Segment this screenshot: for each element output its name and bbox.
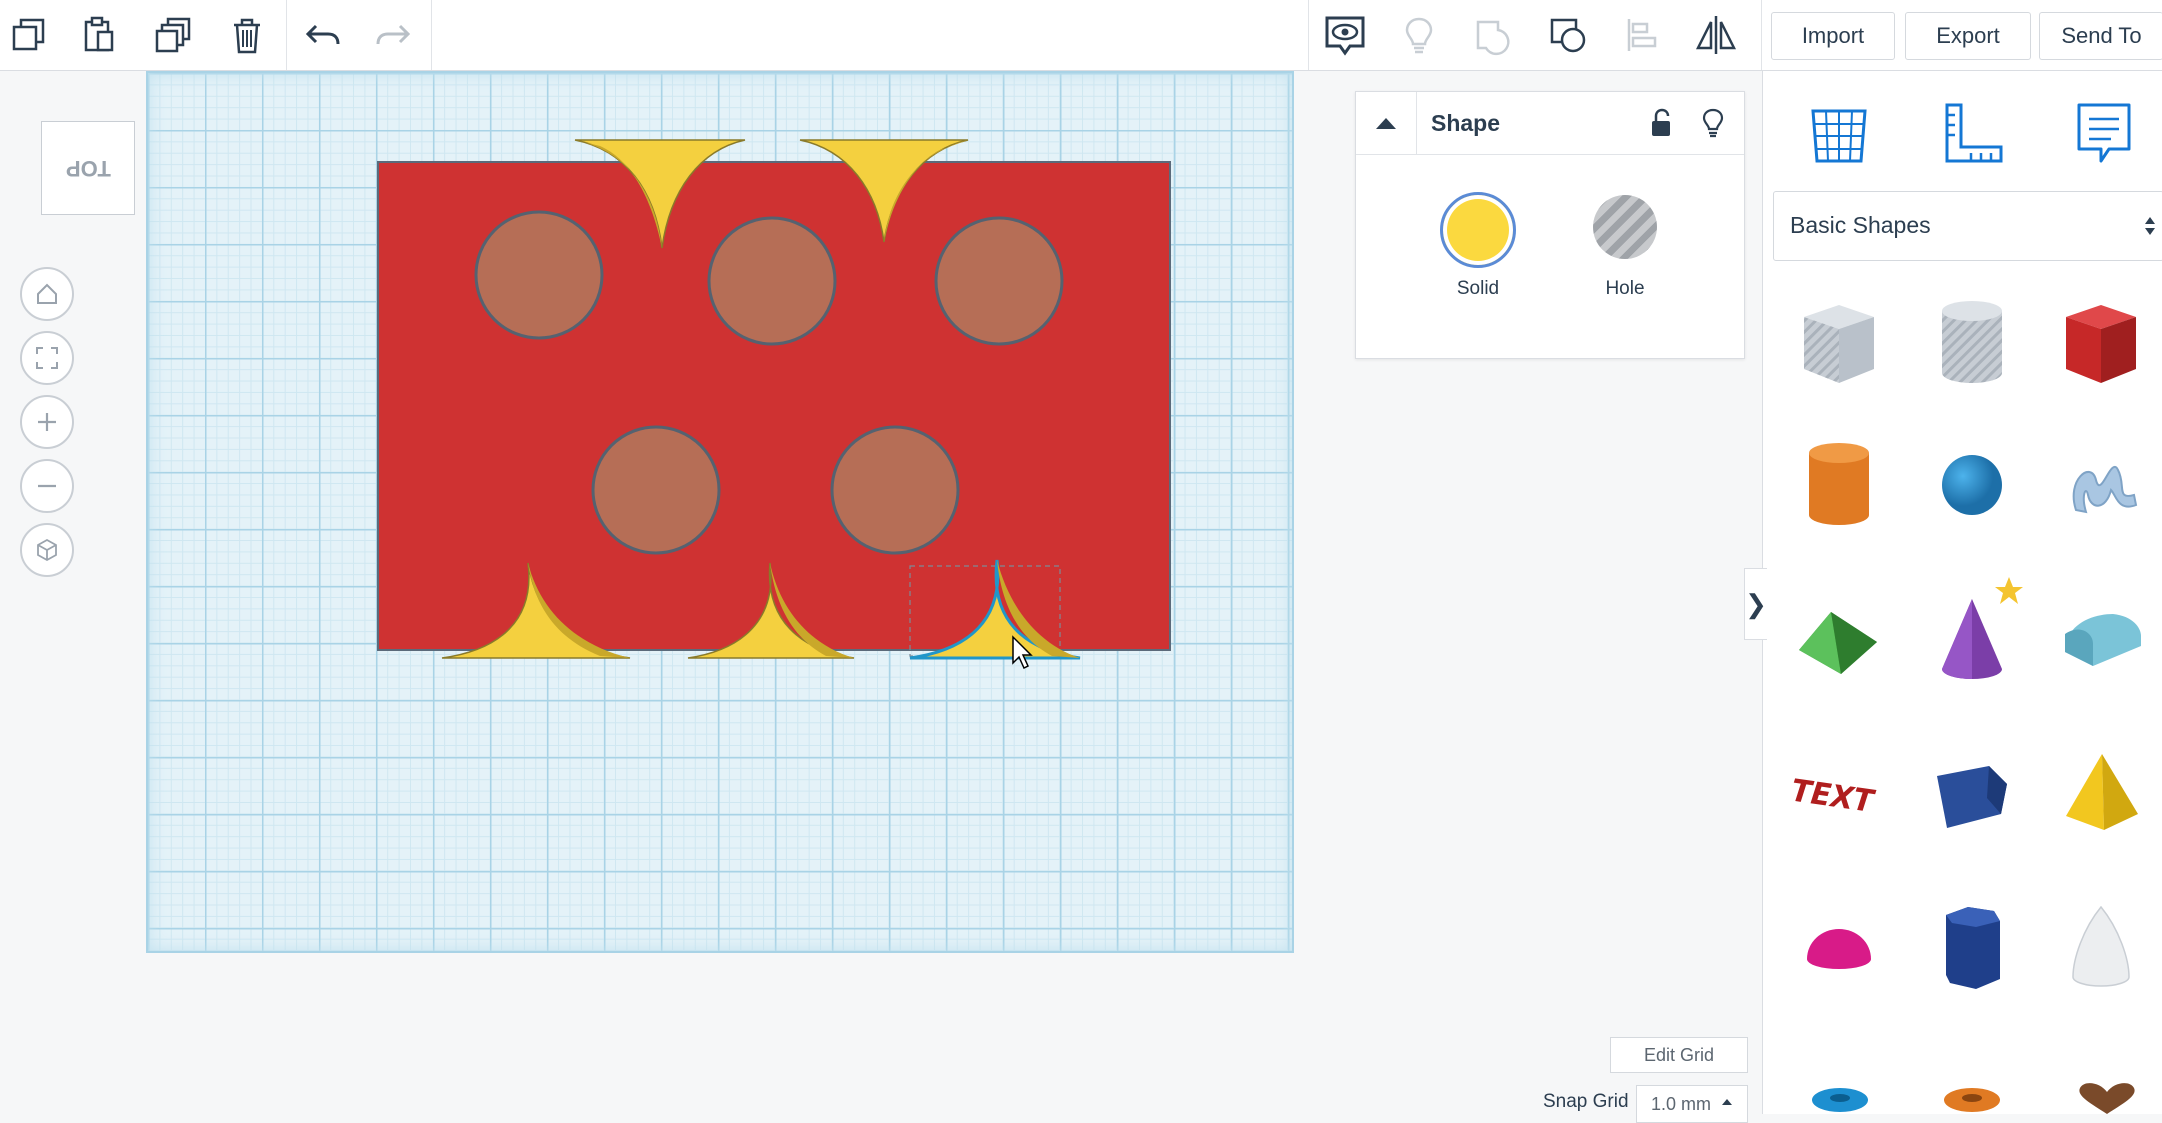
round-roof-icon [2065,614,2141,666]
half-sphere-icon [1807,929,1871,969]
shape-round-roof[interactable] [2046,584,2156,694]
shape-heart[interactable] [2072,1080,2142,1121]
hole-label: Hole [1605,278,1645,299]
inspector-title: Shape [1431,110,1501,136]
zoom-in-button[interactable] [20,395,74,449]
lightbulb-icon [1702,108,1724,138]
favorite-star-icon [1992,574,2026,613]
group-button[interactable] [1467,10,1519,60]
ortho-view-button[interactable] [20,523,74,577]
note-bubble-icon [2077,103,2131,163]
hint-button[interactable] [1393,10,1445,60]
ruler-tool-button[interactable] [1931,93,2011,173]
eye-bubble-icon [1325,16,1365,56]
home-view-button[interactable] [20,267,74,321]
box-hole-icon [1804,305,1874,383]
align-icon [1627,19,1657,51]
hole-swatch[interactable] [1593,195,1657,259]
snap-grid-label: Snap Grid [1543,1091,1629,1112]
caret-up-icon [1376,118,1396,129]
roof-icon [1799,612,1877,674]
pyramid-icon [2066,754,2138,830]
shape-hexagonal-prism[interactable] [1917,892,2027,1002]
shape-box-hole[interactable] [1784,288,1894,398]
cylinder-icon [1809,443,1869,525]
shape-roof[interactable] [1784,584,1894,694]
shape-pyramid[interactable] [2046,738,2156,848]
shape-tube[interactable] [1942,1086,2002,1121]
cylinder-hole-icon [1942,301,2002,383]
cylinder-shape[interactable] [591,425,721,555]
tube-icon [1944,1088,2000,1112]
sphere-icon [1942,455,2002,515]
chevron-right-icon: ❯ [1745,588,1767,619]
ungroup-shapes-icon [1550,18,1586,53]
visibility-button[interactable] [1319,10,1371,60]
cylinder-shape[interactable] [830,425,960,555]
shape-cylinder[interactable] [1784,430,1894,540]
align-button[interactable] [1616,10,1668,60]
edit-grid-button[interactable]: Edit Grid [1610,1037,1748,1073]
lightbulb-icon [1405,17,1433,54]
fit-view-button[interactable] [20,331,74,385]
svg-text:TEXT: TEXT [1791,773,1879,819]
polygon-icon [1937,766,2007,828]
collapse-inspector-button[interactable] [1356,92,1417,154]
cylinder-shape[interactable] [474,210,604,340]
notes-tool-button[interactable] [2063,93,2143,173]
updown-arrows-icon [2145,217,2155,235]
send-to-button[interactable]: Send To [2039,12,2162,60]
group-shapes-icon [1476,20,1510,56]
shape-box[interactable] [2046,288,2156,398]
shape-inspector: Shape Solid Hole [1355,91,1745,359]
caret-up-icon [1722,1099,1732,1105]
lock-button[interactable] [1644,106,1678,140]
inspector-hint-button[interactable] [1696,106,1730,140]
shape-scribble[interactable] [2046,430,2156,540]
shape-polygon[interactable] [1917,738,2027,848]
workplane-tool-button[interactable] [1799,93,1879,173]
mirror-button[interactable] [1690,10,1742,60]
snap-grid-value: 1.0 mm [1651,1094,1712,1114]
unlock-icon [1652,108,1670,136]
shape-torus[interactable] [1810,1086,1870,1121]
cylinder-shape[interactable] [707,216,837,346]
export-button[interactable]: Export [1905,12,2031,60]
shape-cylinder-hole[interactable] [1917,288,2027,398]
heart-icon [2079,1083,2135,1114]
import-button[interactable]: Import [1771,12,1895,60]
scene-objects [377,139,1171,670]
inspector-header: Shape [1356,92,1744,155]
home-icon [37,283,57,304]
toggle-library-button[interactable]: ❯ [1744,568,1767,640]
view-cube[interactable]: TOP [41,121,135,215]
paraboloid-icon [2072,905,2130,987]
snap-grid-select[interactable]: 1.0 mm [1636,1085,1748,1123]
scribble-icon [2072,466,2138,514]
cylinder-shape[interactable] [934,216,1064,346]
shape-sphere[interactable] [1917,430,2027,540]
ungroup-button[interactable] [1542,10,1594,60]
ruler-icon [1945,103,2003,163]
view-cube-face-label: TOP [65,156,111,181]
cube-perspective-icon [37,538,57,562]
text-3d-icon: TEXT [1791,773,1879,819]
plus-icon [38,413,56,431]
fit-to-view-icon [36,347,58,369]
shape-category-select[interactable]: Basic Shapes [1773,191,2162,261]
solid-color-swatch[interactable] [1440,192,1516,268]
hexagonal-prism-icon [1946,907,2000,989]
workplane-grid-icon [1811,109,1867,163]
solid-label: Solid [1456,278,1500,299]
zoom-out-button[interactable] [20,459,74,513]
shape-half-sphere[interactable] [1784,892,1894,1002]
shape-text[interactable]: TEXT [1784,738,1894,848]
minus-icon [38,484,56,488]
box-icon [2066,305,2136,383]
torus-icon [1812,1088,1868,1112]
mirror-icon [1695,16,1737,54]
shape-paraboloid[interactable] [2046,892,2156,1002]
shape-category-value: Basic Shapes [1790,212,1931,238]
